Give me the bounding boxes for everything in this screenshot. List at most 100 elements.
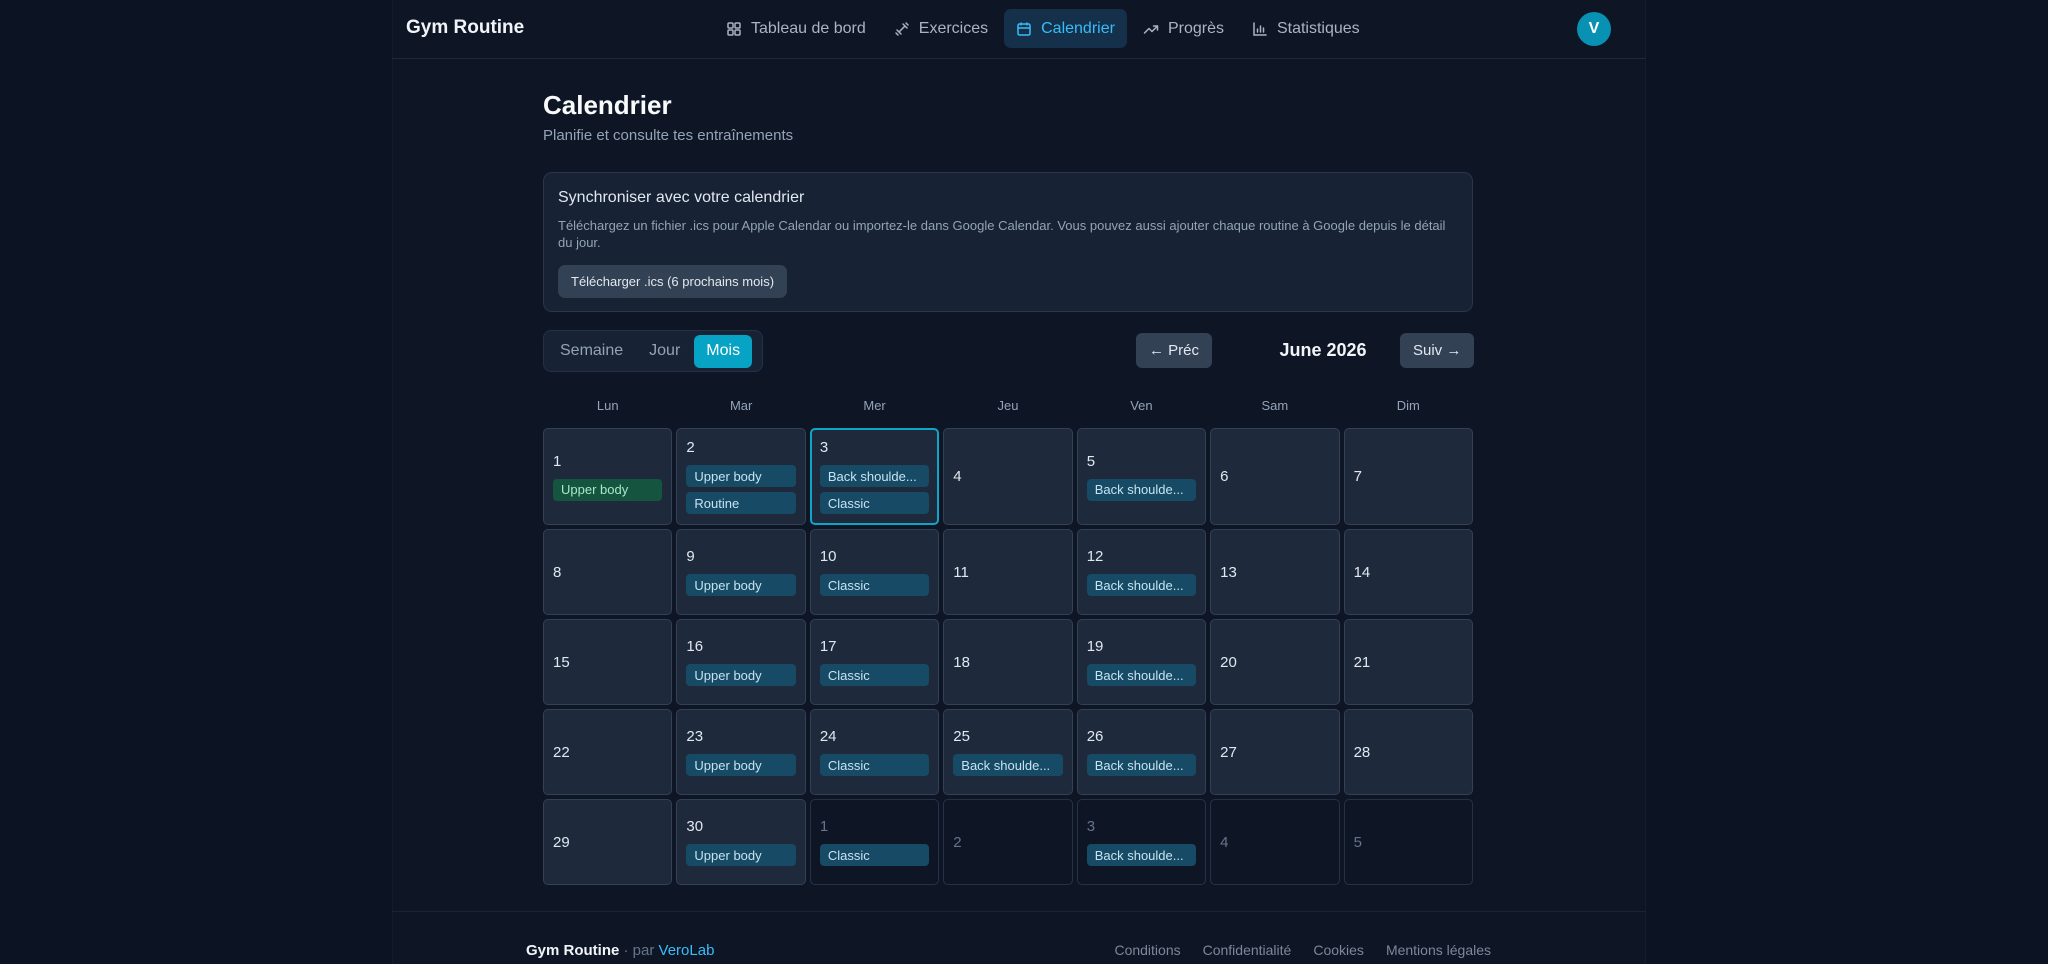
footer-brand: Gym Routine · par VeroLab [526, 942, 714, 959]
footer-author-link[interactable]: VeroLab [659, 942, 715, 959]
day-number: 4 [953, 468, 962, 485]
calendar-day[interactable]: 9 Upper body [676, 529, 806, 615]
nav-item-calendar[interactable]: Calendrier [1004, 9, 1127, 48]
workout-event-chip[interactable]: Classic [819, 574, 930, 596]
day-number: 7 [1353, 468, 1362, 485]
workout-event-chip[interactable]: Back shoulde... [953, 754, 1063, 776]
calendar-day[interactable]: 14 [1343, 529, 1473, 615]
weekday-label: Mer [863, 398, 886, 413]
nav-item-label: Progrès [1167, 19, 1224, 37]
nav-item-statistics[interactable]: Statistiques [1240, 9, 1372, 48]
calendar-day[interactable]: 12 Back shoulde... [1076, 529, 1207, 615]
day-number: 26 [1086, 728, 1104, 745]
footer-link-cookies[interactable]: Cookies [1313, 942, 1364, 958]
user-avatar[interactable]: V [1577, 12, 1611, 46]
workout-event-chip[interactable]: Back shoulde... [1086, 574, 1197, 596]
calendar-day[interactable]: 7 [1343, 428, 1473, 525]
day-number: 25 [953, 728, 970, 745]
calendar-day-outside[interactable]: 1 Classic [809, 799, 940, 885]
day-number: 8 [553, 563, 562, 581]
weekday-label: Ven [1130, 398, 1153, 413]
calendar-day[interactable]: 10 Classic [809, 529, 940, 615]
footer-links: Conditions Confidentialité Cookies Menti… [1114, 942, 1491, 958]
calendar-day[interactable]: 1 Upper body [543, 428, 673, 525]
calendar-day-outside[interactable]: 3 Back shoulde... [1076, 799, 1207, 885]
next-month-button[interactable]: Suiv → [1400, 333, 1475, 368]
workout-event-chip[interactable]: Back shoulde... [1086, 664, 1197, 686]
calendar-day[interactable]: 17 Classic [809, 619, 940, 705]
calendar-day[interactable]: 20 [1210, 619, 1340, 705]
bar-chart-icon [1253, 21, 1267, 36]
calendar-day-outside[interactable]: 5 [1343, 799, 1473, 885]
calendar-day[interactable]: 22 [543, 709, 673, 795]
calendar-day[interactable]: 27 [1210, 709, 1340, 795]
calendar-day[interactable]: 5 Back shoulde... [1076, 428, 1207, 525]
day-number: 16 [686, 638, 704, 655]
calendar-day[interactable]: 21 [1343, 619, 1473, 705]
weekday-label: Dim [1396, 398, 1420, 413]
footer-link-terms[interactable]: Conditions [1114, 942, 1180, 958]
workout-event-chip[interactable]: Upper body [686, 664, 796, 686]
calendar-day[interactable]: 8 [543, 529, 673, 615]
nav-item-progress[interactable]: Progrès [1131, 9, 1236, 48]
calendar-day[interactable]: 2 Upper body Routine [676, 428, 806, 525]
workout-event-chip[interactable]: Classic [819, 664, 930, 686]
day-number: 22 [553, 743, 570, 761]
workout-event-chip[interactable]: Upper body [686, 844, 796, 866]
day-number: 14 [1353, 563, 1371, 581]
calendar-day[interactable]: 13 [1210, 529, 1340, 615]
calendar-day[interactable]: 6 [1210, 428, 1340, 525]
calendar-day-today[interactable]: 3 Back shoulde... Classic [809, 428, 940, 525]
view-week-button[interactable]: Semaine [548, 335, 635, 368]
top-header: Gym Routine Tableau de bord Exercices Ca… [392, 0, 1646, 59]
calendar-day[interactable]: 15 [543, 619, 673, 705]
calendar-day[interactable]: 16 Upper body [676, 619, 806, 705]
workout-event-chip[interactable]: Routine [686, 492, 796, 514]
day-number: 15 [553, 653, 570, 671]
workout-event-chip[interactable]: Upper body [686, 754, 796, 776]
calendar-day[interactable]: 29 [543, 799, 673, 885]
calendar-day-outside[interactable]: 2 [943, 799, 1073, 885]
calendar-day[interactable]: 24 Classic [809, 709, 940, 795]
workout-event-chip[interactable]: Back shoulde... [1086, 478, 1197, 501]
workout-event-chip[interactable]: Classic [819, 492, 930, 514]
calendar-day[interactable]: 4 [943, 428, 1073, 525]
calendar-sync-card: Synchroniser avec votre calendrier Téléc… [543, 172, 1473, 312]
calendar-day[interactable]: 28 [1343, 709, 1473, 795]
dumbbell-icon [895, 21, 909, 36]
page-title: Calendrier [543, 90, 672, 120]
day-number: 27 [1220, 743, 1237, 761]
nav-item-dashboard[interactable]: Tableau de bord [714, 9, 878, 48]
footer-link-privacy[interactable]: Confidentialité [1203, 942, 1292, 958]
day-number: 2 [953, 833, 962, 851]
workout-event-chip[interactable]: Classic [819, 754, 930, 776]
workout-event-chip[interactable]: Back shoulde... [819, 465, 930, 487]
workout-event-chip[interactable]: Upper body [686, 465, 796, 487]
page-subtitle: Planifie et consulte tes entraînements [543, 127, 794, 144]
sync-title: Synchroniser avec votre calendrier [558, 189, 805, 206]
day-number: 30 [686, 818, 704, 835]
workout-event-chip[interactable]: Upper body [686, 574, 796, 596]
download-ics-button[interactable]: Télécharger .ics (6 prochains mois) [558, 265, 788, 298]
calendar-day[interactable]: 11 [943, 529, 1073, 615]
calendar-day[interactable]: 23 Upper body [676, 709, 806, 795]
calendar-day[interactable]: 19 Back shoulde... [1076, 619, 1207, 705]
calendar-day[interactable]: 25 Back shoulde... [943, 709, 1073, 795]
nav-item-exercises[interactable]: Exercices [882, 9, 1000, 48]
calendar-day[interactable]: 30 Upper body [676, 799, 806, 885]
calendar-day[interactable]: 18 [943, 619, 1073, 705]
workout-event-chip[interactable]: Back shoulde... [1086, 754, 1197, 776]
workout-event-chip[interactable]: Upper body [553, 478, 663, 501]
workout-event-chip[interactable]: Back shoulde... [1086, 844, 1197, 866]
previous-month-button[interactable]: ← Préc [1136, 333, 1213, 368]
workout-event-chip[interactable]: Classic [819, 844, 930, 866]
day-number: 17 [819, 638, 837, 655]
calendar-day[interactable]: 26 Back shoulde... [1076, 709, 1207, 795]
view-day-button[interactable]: Jour [637, 335, 692, 368]
view-month-button[interactable]: Mois [694, 334, 753, 368]
calendar-day-outside[interactable]: 4 [1210, 799, 1340, 885]
nav-item-label: Statistiques [1276, 19, 1360, 37]
footer-link-legal[interactable]: Mentions légales [1386, 942, 1491, 958]
day-number: 1 [819, 818, 829, 835]
app-title[interactable]: Gym Routine [406, 17, 524, 39]
